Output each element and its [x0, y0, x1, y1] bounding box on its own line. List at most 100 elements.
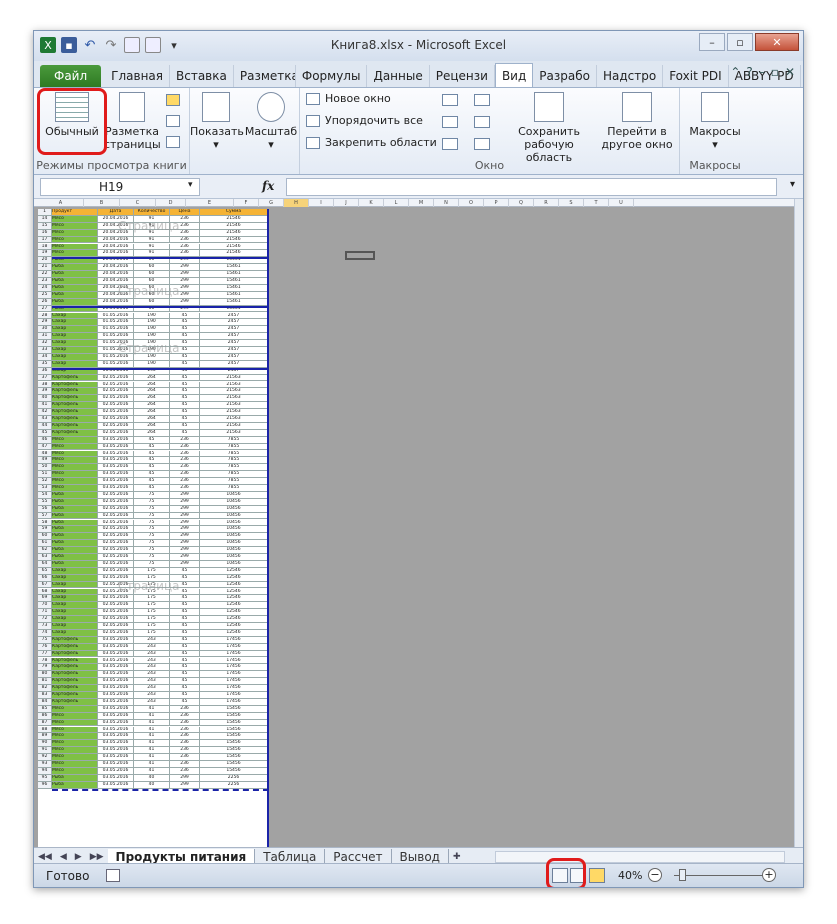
cell[interactable]: 236: [170, 747, 200, 755]
cell[interactable]: 12546: [200, 574, 268, 582]
column-header-s[interactable]: S: [559, 199, 584, 207]
cell[interactable]: 03.05.2016: [98, 657, 134, 665]
cell[interactable]: 03.05.2016: [98, 726, 134, 734]
table-row[interactable]: 52 Мясо 03.05.2016 45 236 7855: [38, 478, 269, 485]
cell[interactable]: 02.05.2016: [98, 560, 134, 568]
tab-data[interactable]: Данные: [367, 65, 430, 87]
cell[interactable]: 45: [170, 692, 200, 699]
cell[interactable]: 21546: [200, 215, 268, 223]
table-row[interactable]: 95 Рыба 03.05.2016 40 299 2256: [38, 774, 269, 782]
cell[interactable]: 75: [134, 526, 170, 534]
cell[interactable]: 03.05.2016: [98, 692, 134, 699]
cell[interactable]: 7855: [200, 436, 268, 444]
cell[interactable]: 21563: [200, 381, 268, 389]
macros-button[interactable]: Макросы ▾: [684, 92, 746, 151]
arrange-all-button[interactable]: Упорядочить все: [306, 114, 423, 127]
cell[interactable]: 15461: [200, 264, 268, 272]
tab-file[interactable]: Файл: [40, 65, 102, 87]
cell[interactable]: 20.04.2016: [98, 271, 134, 278]
column-header-p[interactable]: P: [484, 199, 509, 207]
cell[interactable]: 45: [170, 312, 200, 320]
cell[interactable]: Сахар: [52, 319, 98, 327]
table-row[interactable]: 43 Картофель 02.05.2016 264 45 21563: [38, 416, 269, 423]
cell[interactable]: 45: [170, 374, 200, 382]
cell[interactable]: Мясо: [52, 478, 98, 485]
table-row[interactable]: 81 Картофель 03.05.2016 243 45 17456: [38, 678, 269, 686]
cell[interactable]: 10456: [200, 526, 268, 534]
cell[interactable]: 15456: [200, 754, 268, 761]
cell[interactable]: 17456: [200, 678, 268, 686]
cell[interactable]: Дата: [98, 209, 134, 216]
cell[interactable]: 236: [170, 726, 200, 734]
table-row[interactable]: 50 Мясо 03.05.2016 45 236 7855: [38, 464, 269, 472]
cell[interactable]: Мясо: [52, 485, 98, 492]
cell[interactable]: 02.05.2016: [98, 519, 134, 527]
cell[interactable]: 02.05.2016: [98, 533, 134, 541]
table-row[interactable]: 92 Мясо 03.05.2016 41 236 15456: [38, 754, 269, 761]
cell[interactable]: Мясо: [52, 705, 98, 713]
cell[interactable]: Рыба: [52, 498, 98, 506]
table-row[interactable]: 91 Мясо 03.05.2016 41 236 15456: [38, 747, 269, 755]
cell[interactable]: Картофель: [52, 643, 98, 651]
table-row[interactable]: 22 Рыба 20.04.2016 60 299 15461: [38, 271, 269, 278]
cell[interactable]: 236: [170, 236, 200, 244]
cell[interactable]: 41: [134, 733, 170, 741]
column-header-c[interactable]: C: [120, 199, 156, 207]
tab-formulas[interactable]: Формулы: [296, 65, 368, 87]
cell[interactable]: 03.05.2016: [98, 740, 134, 748]
cell[interactable]: Рыба: [52, 781, 98, 789]
table-row[interactable]: 69 Сахар 02.05.2016 175 45 12546: [38, 595, 269, 603]
cell[interactable]: 12546: [200, 616, 268, 623]
switch-windows-button[interactable]: Перейти в другое окно: [598, 92, 676, 151]
cell[interactable]: 75: [134, 554, 170, 561]
cell[interactable]: 02.05.2016: [98, 409, 134, 416]
cell[interactable]: 12546: [200, 602, 268, 610]
cell[interactable]: 175: [134, 595, 170, 603]
cell[interactable]: 02.05.2016: [98, 505, 134, 513]
cell[interactable]: Сахар: [52, 567, 98, 575]
cell[interactable]: Мясо: [52, 436, 98, 444]
cell[interactable]: Рыба: [52, 560, 98, 568]
page-break-preview-icon[interactable]: [166, 94, 180, 106]
zoom-level[interactable]: 40%: [618, 869, 642, 882]
full-screen-icon[interactable]: [166, 136, 180, 148]
table-row[interactable]: 26 Рыба 20.04.2016 60 299 15461: [38, 298, 269, 306]
cell[interactable]: 45: [170, 664, 200, 672]
next-sheet-icon[interactable]: ▶: [71, 852, 86, 862]
cell[interactable]: Рыба: [52, 271, 98, 278]
cell[interactable]: 03.05.2016: [98, 450, 134, 458]
cell[interactable]: Рыба: [52, 519, 98, 527]
cell[interactable]: 15456: [200, 726, 268, 734]
cell[interactable]: 01.05.2016: [98, 333, 134, 341]
table-row[interactable]: 82 Картофель 03.05.2016 243 45 17456: [38, 685, 269, 692]
column-header-b[interactable]: B: [84, 199, 120, 207]
cell[interactable]: 75: [134, 512, 170, 520]
table-row[interactable]: 89 Мясо 03.05.2016 41 236 15456: [38, 733, 269, 741]
cell[interactable]: 264: [134, 409, 170, 416]
cell[interactable]: 264: [134, 429, 170, 437]
cell[interactable]: Рыба: [52, 284, 98, 292]
cell[interactable]: 12546: [200, 588, 268, 596]
cell[interactable]: 03.05.2016: [98, 712, 134, 720]
cell[interactable]: 236: [170, 450, 200, 458]
table-row[interactable]: 87 Мясо 03.05.2016 41 236 15456: [38, 719, 269, 727]
cell[interactable]: 75: [134, 540, 170, 548]
cell[interactable]: 45: [170, 422, 200, 430]
column-header-l[interactable]: L: [384, 199, 409, 207]
table-row[interactable]: 42 Картофель 02.05.2016 264 45 21563: [38, 409, 269, 416]
cell[interactable]: 45: [134, 485, 170, 492]
cell[interactable]: 45: [170, 381, 200, 389]
new-sheet-icon[interactable]: ✚: [449, 852, 465, 862]
last-sheet-icon[interactable]: ▶▶: [86, 852, 108, 862]
table-row[interactable]: 73 Сахар 02.05.2016 175 45 12546: [38, 623, 269, 630]
cell[interactable]: 45: [170, 567, 200, 575]
cell[interactable]: 175: [134, 616, 170, 623]
cell[interactable]: 45: [170, 629, 200, 637]
formula-input[interactable]: [286, 178, 777, 196]
cell[interactable]: 45: [170, 678, 200, 686]
cell[interactable]: 236: [170, 705, 200, 713]
table-row[interactable]: 41 Картофель 02.05.2016 264 45 21563: [38, 402, 269, 410]
cell[interactable]: 12546: [200, 567, 268, 575]
cell[interactable]: 02.05.2016: [98, 381, 134, 389]
expand-formula-icon[interactable]: ▾: [790, 179, 795, 190]
